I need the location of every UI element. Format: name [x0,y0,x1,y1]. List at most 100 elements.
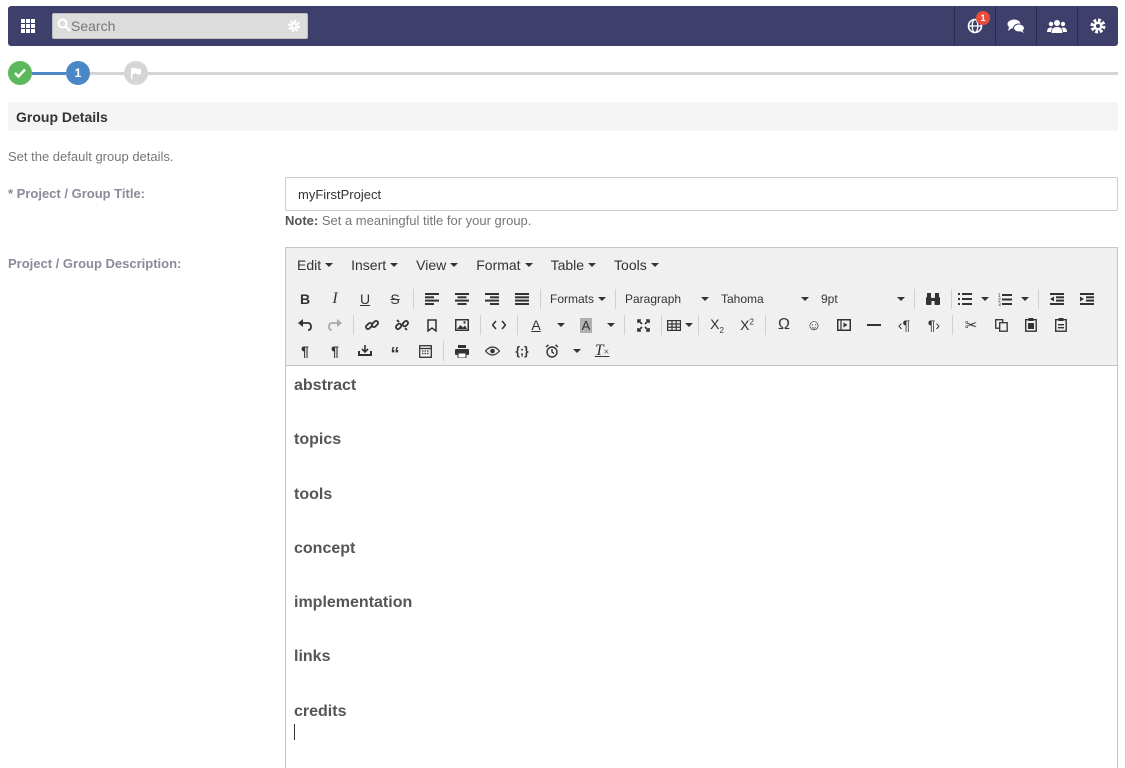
alarm-clock-icon [545,344,559,358]
menu-edit[interactable]: Edit [290,257,340,273]
paste-text-button[interactable] [1046,313,1076,337]
ltr-button[interactable]: ‹¶ [889,313,919,337]
strikethrough-button[interactable]: S [380,287,410,311]
subscript-button[interactable]: X2 [702,313,732,337]
underline-button[interactable]: U [350,287,380,311]
redo-button[interactable] [320,313,350,337]
text-color-button[interactable]: A [521,313,551,337]
bold-button[interactable]: B [290,287,320,311]
apps-grid-button[interactable] [14,12,42,40]
numbered-list-options-button[interactable] [1015,287,1035,311]
caret-down-icon [650,263,659,267]
formats-dropdown[interactable]: Formats [544,287,612,311]
print-button[interactable] [447,339,477,363]
menu-table[interactable]: Table [544,257,603,273]
visual-chars-button[interactable]: ¶ [320,339,350,363]
special-character-button[interactable]: Ω [769,313,799,337]
remove-link-button[interactable] [387,313,417,337]
flag-icon [131,68,141,79]
groups-button[interactable] [1036,6,1077,46]
section-description: Set the default group details. [8,149,174,164]
strikethrough-icon: S [390,291,400,307]
page-break-button[interactable] [350,339,380,363]
find-replace-button[interactable] [918,287,948,311]
align-justify-button[interactable] [507,287,537,311]
cut-button[interactable]: ✂ [956,313,986,337]
numbered-list-button[interactable]: 123 [995,287,1015,311]
preview-button[interactable] [477,339,507,363]
step-completed[interactable] [8,61,32,85]
bookmark-button[interactable] [417,313,447,337]
bullet-list-button[interactable] [955,287,975,311]
copy-button[interactable] [986,313,1016,337]
block-format-dropdown[interactable]: Paragraph [619,287,715,311]
emoticons-button[interactable]: ☺ [799,313,829,337]
underline-icon: U [359,291,371,307]
caret-down-icon [557,323,565,327]
rtl-button[interactable]: ¶› [919,313,949,337]
pilcrow-icon: ¶ [301,343,309,359]
insert-datetime-button[interactable] [537,339,567,363]
insert-link-button[interactable] [357,313,387,337]
top-navbar: 1 [8,6,1118,46]
font-size-dropdown[interactable]: 9pt [815,287,911,311]
italic-button[interactable]: I [320,287,350,311]
background-color-options-button[interactable] [601,313,621,337]
search-settings-gear-icon[interactable] [287,19,301,33]
outdent-icon [1050,293,1064,305]
caret-down-icon [390,263,399,267]
insert-table-button[interactable] [665,313,695,337]
toolbar-separator [698,315,699,335]
superscript-button[interactable]: X2 [732,313,762,337]
menu-insert[interactable]: Insert [344,257,405,273]
font-family-dropdown[interactable]: Tahoma [715,287,815,311]
source-code-button[interactable] [484,313,514,337]
bullet-list-icon [958,293,972,305]
step-current[interactable]: 1 [66,61,90,85]
undo-button[interactable] [290,313,320,337]
font-family-label: Tahoma [721,292,764,306]
insert-image-button[interactable] [447,313,477,337]
datetime-options-button[interactable] [567,339,587,363]
copy-icon [994,318,1008,332]
rtl-icon: ¶› [927,317,941,333]
blockquote-button[interactable]: “ [380,339,410,363]
align-center-button[interactable] [447,287,477,311]
menu-label: Table [550,257,585,273]
image-icon [455,319,469,331]
toolbar-separator [624,315,625,335]
description-field-label: Project / Group Description: [8,256,182,271]
clear-formatting-icon: T× [594,342,610,359]
toolbar-row-2: A A X2 X2 Ω ☺ ‹¶ ¶› ✂ [290,312,1076,338]
align-right-button[interactable] [477,287,507,311]
fullscreen-button[interactable] [628,313,658,337]
step-final[interactable] [124,61,148,85]
block-format-label: Paragraph [625,292,682,306]
menu-format[interactable]: Format [469,257,539,273]
search-input[interactable] [71,16,281,36]
toolbar-separator [517,315,518,335]
background-color-button[interactable]: A [571,313,601,337]
notifications-button[interactable]: 1 [954,6,995,46]
insert-variable-button[interactable]: {;} [507,339,537,363]
indent-button[interactable] [1072,287,1102,311]
horizontal-rule-button[interactable] [859,313,889,337]
caret-down-icon [1021,297,1029,301]
editor-content-area[interactable]: abstract topics tools concept implementa… [286,367,1117,768]
title-note: Note: Set a meaningful title for your gr… [285,213,531,228]
menu-view[interactable]: View [409,257,465,273]
settings-button[interactable] [1077,6,1118,46]
messages-button[interactable] [995,6,1036,46]
title-input[interactable] [285,177,1118,211]
clear-formatting-button[interactable]: T× [587,339,617,363]
show-blocks-button[interactable]: ¶ [290,339,320,363]
outdent-button[interactable] [1042,287,1072,311]
align-left-button[interactable] [417,287,447,311]
insert-media-button[interactable] [829,313,859,337]
template-button[interactable] [410,339,440,363]
bullet-list-options-button[interactable] [975,287,995,311]
text-color-options-button[interactable] [551,313,571,337]
menu-tools[interactable]: Tools [607,257,666,273]
stepper-line-pending [90,72,124,75]
paste-button[interactable] [1016,313,1046,337]
